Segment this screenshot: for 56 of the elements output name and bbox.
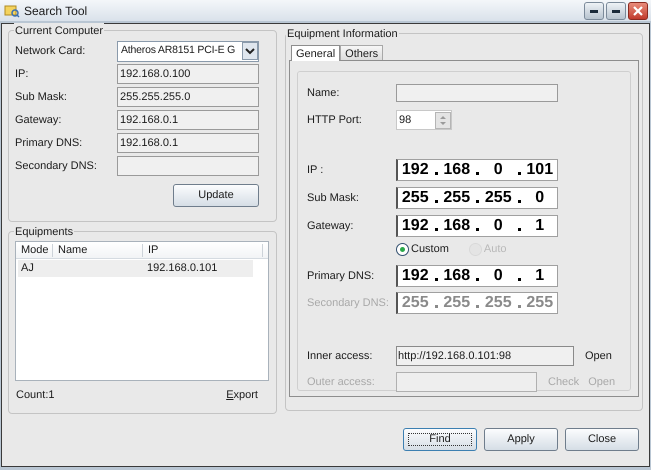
ip-address-field[interactable]: 255 255 255 0 — [396, 187, 558, 209]
field-label: Name: — [307, 86, 340, 101]
group-title: Current Computer — [14, 23, 104, 40]
minimize-icon — [612, 8, 620, 12]
update-button[interactable]: Update — [173, 184, 259, 207]
column-header[interactable]: IP — [143, 244, 263, 256]
minimize-button[interactable] — [606, 2, 626, 20]
field-label: HTTP Port: — [307, 112, 363, 128]
network-card-dropdown[interactable]: Atheros AR8151 PCI-E G — [117, 40, 259, 62]
ip-address-field[interactable]: 192 168 0 1 — [396, 265, 558, 287]
minimize-icon — [590, 8, 598, 12]
dialog-button[interactable]: Close — [565, 428, 639, 451]
ip-address-field[interactable]: 192 168 0 1 — [396, 215, 558, 237]
dialog-button[interactable]: Find — [403, 428, 477, 451]
export-link[interactable]: Export — [226, 387, 258, 404]
column-header[interactable]: Name — [53, 244, 143, 256]
group-title: Equipments — [14, 224, 74, 240]
dialog-button[interactable]: Apply — [484, 428, 558, 451]
port-spinner[interactable]: 98 — [396, 110, 452, 130]
spinner-arrows-icon[interactable] — [435, 112, 451, 128]
action-link[interactable]: Open — [585, 348, 612, 364]
text-field[interactable]: 192.168.0.1 — [117, 133, 259, 153]
group-title: Equipment Information — [286, 26, 399, 42]
field-label: Primary DNS: — [307, 268, 376, 284]
field-label: Sub Mask: — [307, 190, 360, 206]
field-label: Gateway: — [15, 112, 62, 128]
app-icon — [4, 4, 20, 18]
field-label: Network Card: — [15, 44, 86, 59]
window-title: Search Tool — [24, 2, 88, 20]
url-field[interactable]: http://192.168.0.101:98 — [396, 346, 574, 366]
minimize-button[interactable] — [584, 2, 604, 20]
close-button[interactable] — [628, 2, 648, 20]
field-label: Inner access: — [307, 348, 374, 364]
text-field[interactable]: 192.168.0.1 — [117, 110, 259, 130]
field-label: Sub Mask: — [15, 90, 68, 105]
field-label: IP : — [307, 162, 324, 178]
tab[interactable]: General — [291, 45, 340, 61]
ip-address-field: 255 255 255 255 — [396, 292, 558, 314]
field-label: Primary DNS: — [15, 136, 84, 151]
list-row[interactable]: AJ 192.168.0.101 — [18, 260, 253, 277]
field-label: Gateway: — [307, 218, 354, 234]
field-label: Outer access: — [307, 374, 376, 390]
ip-address-field[interactable]: 192 168 0 101 — [396, 159, 558, 181]
column-header[interactable]: Mode — [16, 244, 53, 256]
text-field[interactable] — [117, 156, 259, 176]
tab[interactable]: Others — [340, 45, 384, 60]
text-field[interactable]: 192.168.0.100 — [117, 64, 259, 84]
field-label: Secondary DNS: — [15, 158, 98, 174]
name-field[interactable] — [396, 84, 558, 102]
count-label: Count:1 — [16, 388, 55, 403]
text-field[interactable]: 255.255.255.0 — [117, 87, 259, 107]
field-label: Secondary DNS: — [307, 296, 390, 311]
field-label: IP: — [15, 66, 30, 82]
close-icon — [633, 6, 643, 16]
radio-button[interactable]: Custom — [396, 240, 449, 258]
equipment-list[interactable]: Mode Name IP AJ 192.168.0.101 — [15, 241, 269, 381]
